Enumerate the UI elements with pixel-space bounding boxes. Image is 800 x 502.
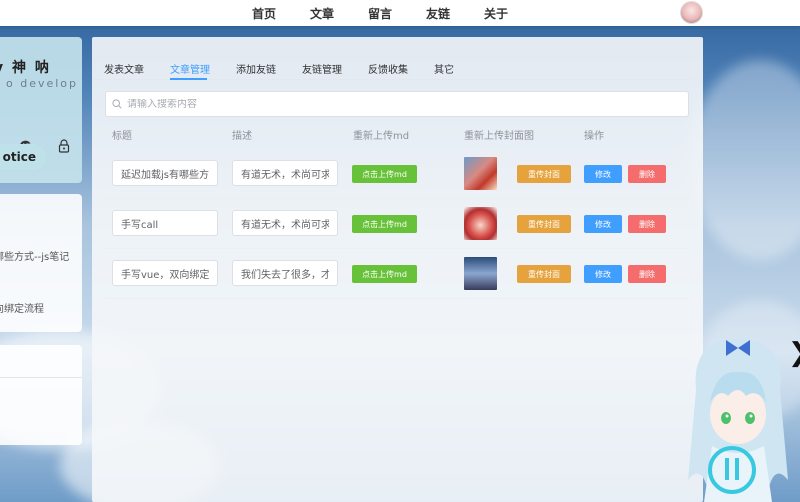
reupload-cover-button[interactable]: 重传封面 <box>517 165 571 183</box>
cover-thumbnail <box>464 157 497 190</box>
lock-icon[interactable] <box>58 139 70 153</box>
admin-tabs: 发表文章 文章管理 添加友链 友链管理 反馈收集 其它 <box>104 61 480 79</box>
search-icon <box>112 99 122 109</box>
table-header: 标题 描述 重新上传md 重新上传封面图 操作 <box>92 127 703 149</box>
cover-thumbnail <box>464 257 497 290</box>
upload-md-button[interactable]: 点击上传md <box>352 165 417 183</box>
search-box <box>105 91 689 117</box>
reupload-cover-button[interactable]: 重传封面 <box>517 265 571 283</box>
delete-button[interactable]: 删除 <box>628 165 666 183</box>
sidebar-card <box>0 345 82 445</box>
user-avatar[interactable] <box>680 1 703 24</box>
description-input[interactable] <box>232 210 338 236</box>
column-header-reupload-cover: 重新上传封面图 <box>464 131 534 142</box>
nav-links: 首页 文章 留言 友链 关于 <box>252 5 508 22</box>
title-input[interactable] <box>112 260 218 286</box>
article-management-panel: 发表文章 文章管理 添加友链 友链管理 反馈收集 其它 标题 描述 重新上传md… <box>92 37 703 502</box>
title-input[interactable] <box>112 210 218 236</box>
column-header-actions: 操作 <box>584 131 604 142</box>
description-input[interactable] <box>232 260 338 286</box>
notice-button[interactable]: otice <box>0 144 46 170</box>
recent-post-item[interactable]: 向绑定流程 <box>0 300 44 315</box>
tab-publish-article[interactable]: 发表文章 <box>104 61 144 79</box>
table-row: 点击上传md 重传封面 修改 删除 <box>105 249 689 299</box>
tab-article-management[interactable]: 文章管理 <box>170 61 210 79</box>
nav-link-messages[interactable]: 留言 <box>368 5 392 22</box>
column-header-description: 描述 <box>232 131 252 142</box>
profile-name: y 神 呐 <box>0 60 51 76</box>
title-input[interactable] <box>112 160 218 186</box>
upload-md-button[interactable]: 点击上传md <box>352 215 417 233</box>
upload-md-button[interactable]: 点击上传md <box>352 265 417 283</box>
edit-button[interactable]: 修改 <box>584 165 622 183</box>
top-navigation: 首页 文章 留言 友链 关于 <box>0 0 800 26</box>
delete-button[interactable]: 删除 <box>628 215 666 233</box>
column-header-title: 标题 <box>112 131 132 142</box>
cover-thumbnail <box>464 207 497 240</box>
tab-other[interactable]: 其它 <box>434 61 454 79</box>
tab-add-friend-link[interactable]: 添加友链 <box>236 61 276 79</box>
background-cloud <box>690 60 800 260</box>
recent-post-item[interactable]: 哪些方式--js笔记 <box>0 248 69 263</box>
tab-friend-link-management[interactable]: 友链管理 <box>302 61 342 79</box>
table-row: 点击上传md 重传封面 修改 删除 <box>105 199 689 249</box>
nav-link-articles[interactable]: 文章 <box>310 5 334 22</box>
nav-link-home[interactable]: 首页 <box>252 5 276 22</box>
tab-feedback[interactable]: 反馈收集 <box>368 61 408 79</box>
reupload-cover-button[interactable]: 重传封面 <box>517 215 571 233</box>
recent-posts-card: 哪些方式--js笔记 向绑定流程 <box>0 194 82 332</box>
column-header-reupload-md: 重新上传md <box>353 131 410 142</box>
nav-link-friends[interactable]: 友链 <box>426 5 450 22</box>
divider <box>0 377 82 378</box>
profile-subtitle: o develop <box>6 77 79 90</box>
table-row: 点击上传md 重传封面 修改 删除 <box>105 149 689 199</box>
delete-button[interactable]: 删除 <box>628 265 666 283</box>
edit-button[interactable]: 修改 <box>584 265 622 283</box>
nav-link-about[interactable]: 关于 <box>484 5 508 22</box>
search-input[interactable] <box>127 98 667 110</box>
description-input[interactable] <box>232 160 338 186</box>
edit-button[interactable]: 修改 <box>584 215 622 233</box>
mascot-character[interactable] <box>676 330 800 502</box>
active-tab-indicator <box>170 78 207 80</box>
